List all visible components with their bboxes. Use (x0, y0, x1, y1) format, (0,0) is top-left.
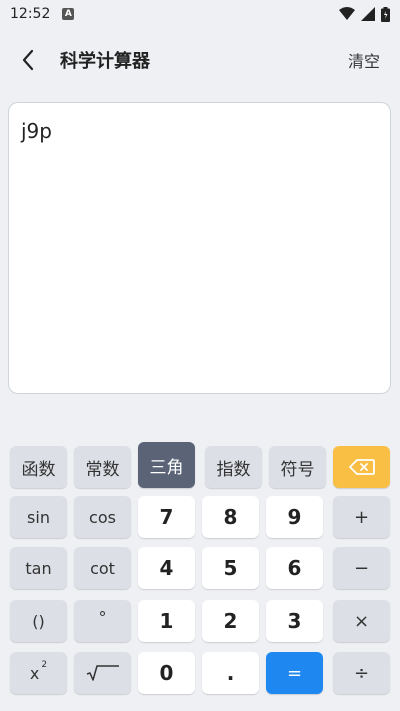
cos-button[interactable]: cos (74, 496, 131, 538)
tab-exponent[interactable]: 指数 (205, 446, 262, 488)
minus-button[interactable]: − (333, 547, 390, 589)
sin-button[interactable]: sin (10, 496, 67, 538)
square-exponent: 2 (41, 660, 48, 670)
status-bar: 12:52 A (0, 0, 400, 28)
backspace-icon (348, 459, 375, 475)
digit-2-button[interactable]: 2 (202, 600, 259, 642)
battery-icon (381, 6, 390, 22)
expression-text: j9p (21, 119, 52, 143)
page-title: 科学计算器 (60, 51, 150, 72)
equals-button[interactable]: = (266, 652, 323, 694)
tab-constants[interactable]: 常数 (74, 446, 131, 488)
wifi-icon (339, 7, 355, 20)
digit-1-button[interactable]: 1 (138, 600, 195, 642)
multiply-button[interactable]: × (333, 600, 390, 642)
keypad: 函数 常数 三角 指数 符号 sin cos 7 8 9 + tan cot 4… (0, 438, 400, 711)
divide-button[interactable]: ÷ (333, 652, 390, 694)
digit-5-button[interactable]: 5 (202, 547, 259, 589)
tab-functions[interactable]: 函数 (10, 446, 67, 488)
plus-button[interactable]: + (333, 496, 390, 538)
degree-button[interactable]: ° (74, 600, 131, 642)
backspace-button[interactable] (333, 446, 390, 488)
cot-button[interactable]: cot (74, 547, 131, 589)
signal-icon (361, 7, 375, 21)
digit-9-button[interactable]: 9 (266, 496, 323, 538)
sqrt-icon (86, 665, 119, 681)
digit-0-button[interactable]: 0 (138, 652, 195, 694)
chevron-left-icon (22, 49, 34, 71)
digit-8-button[interactable]: 8 (202, 496, 259, 538)
square-base: x (29, 663, 40, 683)
tan-button[interactable]: tan (10, 547, 67, 589)
expression-display[interactable]: j9p (8, 102, 391, 394)
tab-trig[interactable]: 三角 (138, 442, 195, 488)
parentheses-button[interactable]: () (10, 600, 67, 642)
digit-7-button[interactable]: 7 (138, 496, 195, 538)
back-button[interactable] (4, 36, 52, 84)
sqrt-button[interactable] (74, 652, 131, 694)
status-time: 12:52 (10, 6, 51, 22)
app-bar: 科学计算器 清空 (0, 36, 400, 84)
status-right (339, 6, 390, 22)
tab-symbols[interactable]: 符号 (269, 446, 326, 488)
decimal-point-button[interactable]: . (202, 652, 259, 694)
clear-button[interactable]: 清空 (348, 48, 380, 72)
square-button[interactable]: x2 (10, 652, 67, 694)
status-left: 12:52 A (10, 6, 75, 22)
notification-a-icon: A (62, 8, 75, 20)
digit-4-button[interactable]: 4 (138, 547, 195, 589)
digit-3-button[interactable]: 3 (266, 600, 323, 642)
digit-6-button[interactable]: 6 (266, 547, 323, 589)
